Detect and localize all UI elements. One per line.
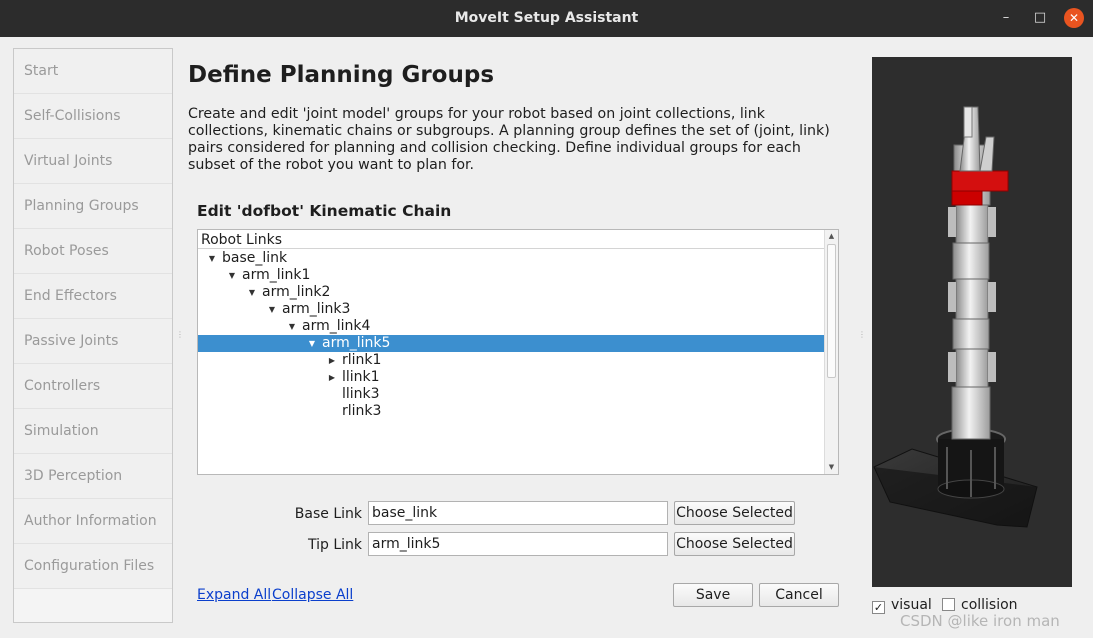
collapsed-arrow-icon[interactable]: ▶ (326, 369, 338, 386)
cancel-button[interactable]: Cancel (759, 583, 839, 607)
robot-3d-viewer[interactable] (872, 57, 1072, 587)
expanded-arrow-icon[interactable]: ▼ (306, 335, 318, 352)
tree-row[interactable]: ▼ base_link (198, 250, 824, 267)
scroll-up-icon[interactable]: ▲ (825, 230, 838, 243)
collapse-all-link[interactable]: Collapse All (272, 587, 353, 603)
save-button[interactable]: Save (673, 583, 753, 607)
robot-model-render (873, 106, 1038, 528)
robot-links-tree[interactable]: Robot Links ▼ base_link ▼ arm_link1 ▼ arm_lin… (197, 229, 839, 475)
tree-row-label: rlink1 (342, 352, 382, 368)
expanded-arrow-icon[interactable]: ▼ (226, 267, 238, 284)
tree-row-label: llink1 (342, 369, 380, 385)
tree-row-label: arm_link5 (322, 335, 391, 351)
sidebar-item-controllers[interactable]: Controllers (14, 364, 172, 409)
tip-link-label: Tip Link (307, 537, 362, 553)
sidebar-item-virtual-joints[interactable]: Virtual Joints (14, 139, 172, 184)
selected-link-highlight (951, 170, 1009, 192)
tree-row-label: llink3 (342, 386, 380, 402)
tree-row-label: arm_link4 (302, 318, 371, 334)
maximize-icon[interactable]: □ (1030, 8, 1050, 28)
section-title: Edit 'dofbot' Kinematic Chain (197, 202, 452, 220)
tree-row[interactable]: ▶ rlink1 (198, 352, 824, 369)
expand-all-link[interactable]: Expand All (197, 587, 271, 603)
base-link-label: Base Link (294, 506, 362, 522)
window-titlebar: MoveIt Setup Assistant – □ ✕ (0, 0, 1093, 37)
sidebar-item-simulation[interactable]: Simulation (14, 409, 172, 454)
window-title: MoveIt Setup Assistant (454, 10, 639, 26)
base-link-input[interactable]: base_link (368, 501, 668, 525)
sidebar-item-3d-perception[interactable]: 3D Perception (14, 454, 172, 499)
expanded-arrow-icon[interactable]: ▼ (246, 284, 258, 301)
tree-row[interactable]: ▼ arm_link2 (198, 284, 824, 301)
sidebar-item-start[interactable]: Start (14, 49, 172, 94)
scrollbar-thumb[interactable] (827, 244, 836, 378)
close-icon[interactable]: ✕ (1064, 8, 1084, 28)
expanded-arrow-icon[interactable]: ▼ (266, 301, 278, 318)
collision-checkbox[interactable] (942, 598, 955, 611)
tree-row-label: arm_link1 (242, 267, 311, 283)
minimize-icon[interactable]: – (996, 8, 1016, 28)
scroll-down-icon[interactable]: ▼ (825, 461, 838, 474)
tip-link-input[interactable]: arm_link5 (368, 532, 668, 556)
sidebar-item-planning-groups[interactable]: Planning Groups (14, 184, 172, 229)
base-link-choose-selected-button[interactable]: Choose Selected (674, 501, 795, 525)
tree-row-label: arm_link2 (262, 284, 331, 300)
sidebar-item-author-information[interactable]: Author Information (14, 499, 172, 544)
sidebar-item-passive-joints[interactable]: Passive Joints (14, 319, 172, 364)
tip-link-choose-selected-button[interactable]: Choose Selected (674, 532, 795, 556)
sidebar-item-robot-poses[interactable]: Robot Poses (14, 229, 172, 274)
expanded-arrow-icon[interactable]: ▼ (206, 250, 218, 267)
sidebar-item-configuration-files[interactable]: Configuration Files (14, 544, 172, 589)
tree-body: ▼ base_link ▼ arm_link1 ▼ arm_link2 ▼ arm_link3… (198, 250, 824, 420)
collision-label: collision (961, 597, 1018, 613)
tree-row[interactable]: ▼ arm_link5 (198, 335, 824, 352)
tree-row[interactable]: rlink3 (198, 403, 824, 420)
collision-checkbox-row[interactable]: collision (942, 597, 1018, 613)
tree-row[interactable]: llink3 (198, 386, 824, 403)
tree-row-label: base_link (222, 250, 288, 266)
watermark: CSDN @like iron man (900, 612, 1060, 630)
page-description: Create and edit 'joint model' groups for… (188, 106, 830, 173)
visual-checkbox[interactable]: ✓ (872, 601, 885, 614)
sidebar-nav: Start Self-Collisions Virtual Joints Pla… (13, 48, 173, 623)
expanded-arrow-icon[interactable]: ▼ (286, 318, 298, 335)
tree-scrollbar[interactable]: ▲ ▼ (824, 230, 838, 474)
tree-row-label: rlink3 (342, 403, 382, 419)
collapsed-arrow-icon[interactable]: ▶ (326, 352, 338, 369)
sidebar-item-self-collisions[interactable]: Self-Collisions (14, 94, 172, 139)
tree-row[interactable]: ▼ arm_link4 (198, 318, 824, 335)
sidebar-item-end-effectors[interactable]: End Effectors (14, 274, 172, 319)
page-title: Define Planning Groups (188, 62, 495, 88)
tree-row[interactable]: ▼ arm_link3 (198, 301, 824, 318)
tree-row[interactable]: ▶ llink1 (198, 369, 824, 386)
tree-row[interactable]: ▼ arm_link1 (198, 267, 824, 284)
left-splitter-handle[interactable]: ⋮ (176, 330, 184, 342)
visual-label: visual (891, 597, 932, 613)
right-splitter-handle[interactable]: ⋮ (858, 330, 866, 342)
tree-header[interactable]: Robot Links (198, 230, 824, 249)
tree-row-label: arm_link3 (282, 301, 351, 317)
